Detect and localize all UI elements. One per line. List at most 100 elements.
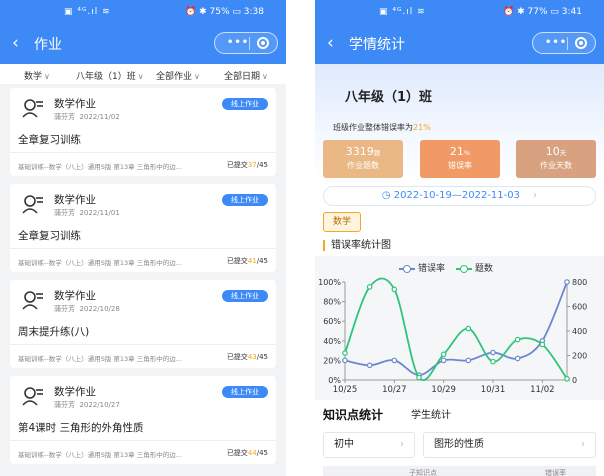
y-left-tick-label: 40% bbox=[323, 337, 341, 346]
x-tick-label: 10/25 bbox=[333, 385, 358, 395]
online-badge: 线上作业 bbox=[222, 290, 268, 302]
filter-class[interactable]: 八年级（1）班 ∨ bbox=[76, 69, 144, 82]
error-rate-point bbox=[465, 357, 472, 364]
status-bar: ▣ ⁴ᴳ.ıl ≋ ⏰ ✱ 75% ▭ 3:38 bbox=[0, 0, 286, 24]
col-sub-knowledge: 子知识点 bbox=[409, 469, 437, 476]
more-icon[interactable]: ••• bbox=[227, 37, 249, 48]
y-left-tick-label: 0% bbox=[328, 376, 341, 385]
section-title: 错误率统计图 bbox=[323, 240, 391, 251]
y-left-tick-label: 60% bbox=[323, 317, 341, 326]
chevron-down-icon: ∨ bbox=[262, 72, 268, 81]
error-rate-point bbox=[514, 355, 521, 362]
homework-card[interactable]: 数学作业蒲芬芳 2022/10/28 线上作业周末提升练(八) 基础训练--数学（八… bbox=[10, 280, 276, 368]
filter-bar: 数学 ∨ 八年级（1）班 ∨ 全部作业 ∨ 全部日期 ∨ bbox=[0, 64, 286, 84]
topic-dropdown[interactable]: 图形的性质 › bbox=[423, 432, 596, 458]
count-point bbox=[490, 358, 496, 365]
status-bar: ▣ ⁴ᴳ.ıl ≋ ⏰ ✱ 77% ▭ 3:41 bbox=[315, 0, 604, 24]
card-meta: 蒲芬芳 2022/11/01 bbox=[54, 209, 120, 217]
x-tick-label: 10/29 bbox=[431, 385, 456, 395]
subject-tag[interactable]: 数学 bbox=[323, 212, 361, 232]
filter-subject[interactable]: 数学 ∨ bbox=[24, 69, 50, 82]
y-right-tick-label: 400 bbox=[572, 327, 587, 336]
count-point bbox=[514, 336, 521, 343]
level-dropdown[interactable]: 初中 › bbox=[323, 432, 415, 458]
card-subject: 数学作业 bbox=[54, 386, 96, 398]
card-meta: 蒲芬芳 2022/10/28 bbox=[54, 305, 120, 313]
legend-marker-icon bbox=[455, 264, 472, 273]
overall-error-rate: 班级作业整体错误率为21% bbox=[333, 123, 431, 132]
y-left-tick-label: 20% bbox=[323, 356, 341, 365]
card-description: 基础训练--数学（八上）通用S版 第13章 三角形中的边... bbox=[18, 163, 182, 171]
error-rate-chart: 0% 20% 40% 60% 80% 100% 0 200 400 600 800 10/25 10/2… bbox=[318, 277, 587, 395]
stats-screen: ▣ ⁴ᴳ.ıl ≋ ⏰ ✱ 77% ▭ 3:41 ‹ 学情统计 ••• 八年级（… bbox=[315, 0, 604, 476]
y-right-tick-label: 0 bbox=[572, 376, 577, 385]
card-description: 基础训练--数学（八上）通用S版 第13章 三角形中的边... bbox=[18, 259, 182, 267]
error-rate-point bbox=[440, 357, 447, 364]
homework-card[interactable]: 数学作业 蒲芬芳 2022/11/01 线上作业 全章复习训练 基础训练--数学（八上）… bbox=[10, 184, 276, 272]
card-meta: 蒲芬芳 2022/11/02 bbox=[54, 113, 120, 121]
y-right-tick-label: 800 bbox=[572, 278, 587, 287]
x-tick-label: 11/02 bbox=[530, 385, 555, 395]
error-rate-point bbox=[366, 362, 373, 369]
nav-bar: ‹ 学情统计 ••• bbox=[315, 24, 604, 64]
online-badge: 线上作业 bbox=[222, 386, 268, 398]
homework-card[interactable]: 数学作业 蒲芬芳 2022/11/02 线上作业 全章复习训练 基础训练--数学（八上）… bbox=[10, 88, 276, 176]
tab-student-stats[interactable]: 学生统计 bbox=[411, 406, 451, 421]
clock-icon: ◷ bbox=[381, 190, 391, 201]
filter-type[interactable]: 全部作业 ∨ bbox=[156, 69, 200, 82]
card-subject: 数学作业 bbox=[54, 290, 96, 302]
homework-icon bbox=[22, 195, 43, 214]
card-meta: 蒲芬芳 2022/10/27 bbox=[54, 401, 120, 409]
card-description: 基础训练--数学（八上）通用S版 第13章 三角形中的边... bbox=[18, 451, 182, 459]
homework-icon bbox=[22, 291, 43, 310]
chevron-right-icon: › bbox=[400, 439, 404, 450]
date-range-picker[interactable]: ◷ 2022-10-19—2022-11-03 › bbox=[323, 186, 596, 206]
y-right-tick-label: 200 bbox=[572, 352, 587, 361]
count-point bbox=[342, 350, 348, 356]
filter-date[interactable]: 全部日期 ∨ bbox=[224, 69, 268, 82]
card-subject: 数学作业 bbox=[54, 194, 96, 206]
back-icon[interactable]: ‹ bbox=[12, 33, 19, 53]
error-rate-point bbox=[342, 357, 348, 364]
chevron-down-icon: ∨ bbox=[137, 72, 144, 81]
series-count-line bbox=[344, 277, 568, 381]
tab-knowledge-stats[interactable]: 知识点统计 bbox=[323, 406, 383, 423]
chevron-down-icon: ∨ bbox=[194, 72, 200, 81]
online-badge: 线上作业 bbox=[222, 194, 268, 206]
count-point bbox=[539, 341, 546, 348]
stat-error-rate: 21% 错误率 bbox=[420, 140, 500, 178]
status-right: ⏰ ✱ 75% ▭ 3:38 bbox=[185, 7, 264, 17]
col-error-rate: 错误率 bbox=[545, 469, 566, 476]
count-point bbox=[440, 351, 447, 358]
error-rate-point bbox=[564, 279, 570, 285]
homework-icon bbox=[22, 387, 43, 406]
card-subject: 数学作业 bbox=[54, 98, 96, 110]
submission-count: 已提交37/45 bbox=[226, 161, 268, 169]
miniapp-capsule: ••• bbox=[214, 32, 278, 54]
count-point bbox=[465, 325, 472, 332]
online-badge: 线上作业 bbox=[222, 98, 268, 110]
homework-screen: ▣ ⁴ᴳ.ıl ≋ ⏰ ✱ 75% ▭ 3:38 ‹ 作业 ••• 数学 ∨ 八年… bbox=[0, 0, 286, 476]
legend-error-rate[interactable]: 错误率 bbox=[399, 261, 445, 274]
submission-count: 已提交41/45 bbox=[226, 257, 268, 265]
legend-count[interactable]: 题数 bbox=[455, 261, 493, 274]
stat-question-count: 3319题 作业题数 bbox=[323, 140, 403, 178]
miniapp-capsule: ••• bbox=[532, 32, 596, 54]
card-description: 基础训练--数学（八上）通用S版 第13章 三角形中的边... bbox=[18, 355, 182, 363]
close-miniapp-icon[interactable] bbox=[575, 37, 587, 49]
homework-card[interactable]: 数学作业蒲芬芳 2022/10/27 线上作业第4课时 三角形的外角性质基础训练-… bbox=[10, 376, 276, 464]
count-point bbox=[416, 374, 422, 381]
y-left-tick-label: 80% bbox=[323, 298, 341, 307]
more-icon[interactable]: ••• bbox=[545, 37, 567, 48]
x-tick-label: 10/27 bbox=[382, 385, 407, 395]
card-title: 第4课时 三角形的外角性质 bbox=[18, 422, 144, 434]
back-icon[interactable]: ‹ bbox=[327, 33, 334, 53]
card-title: 周末提升练(八) bbox=[18, 326, 90, 338]
close-miniapp-icon[interactable] bbox=[257, 37, 269, 49]
submission-count: 已提交44/45 bbox=[226, 449, 268, 457]
legend-marker-icon bbox=[399, 264, 415, 273]
count-point bbox=[391, 286, 398, 293]
error-rate-point bbox=[490, 349, 496, 356]
y-left-tick-label: 100% bbox=[318, 278, 341, 287]
chart-legend: 错误率 题数 bbox=[399, 261, 501, 274]
